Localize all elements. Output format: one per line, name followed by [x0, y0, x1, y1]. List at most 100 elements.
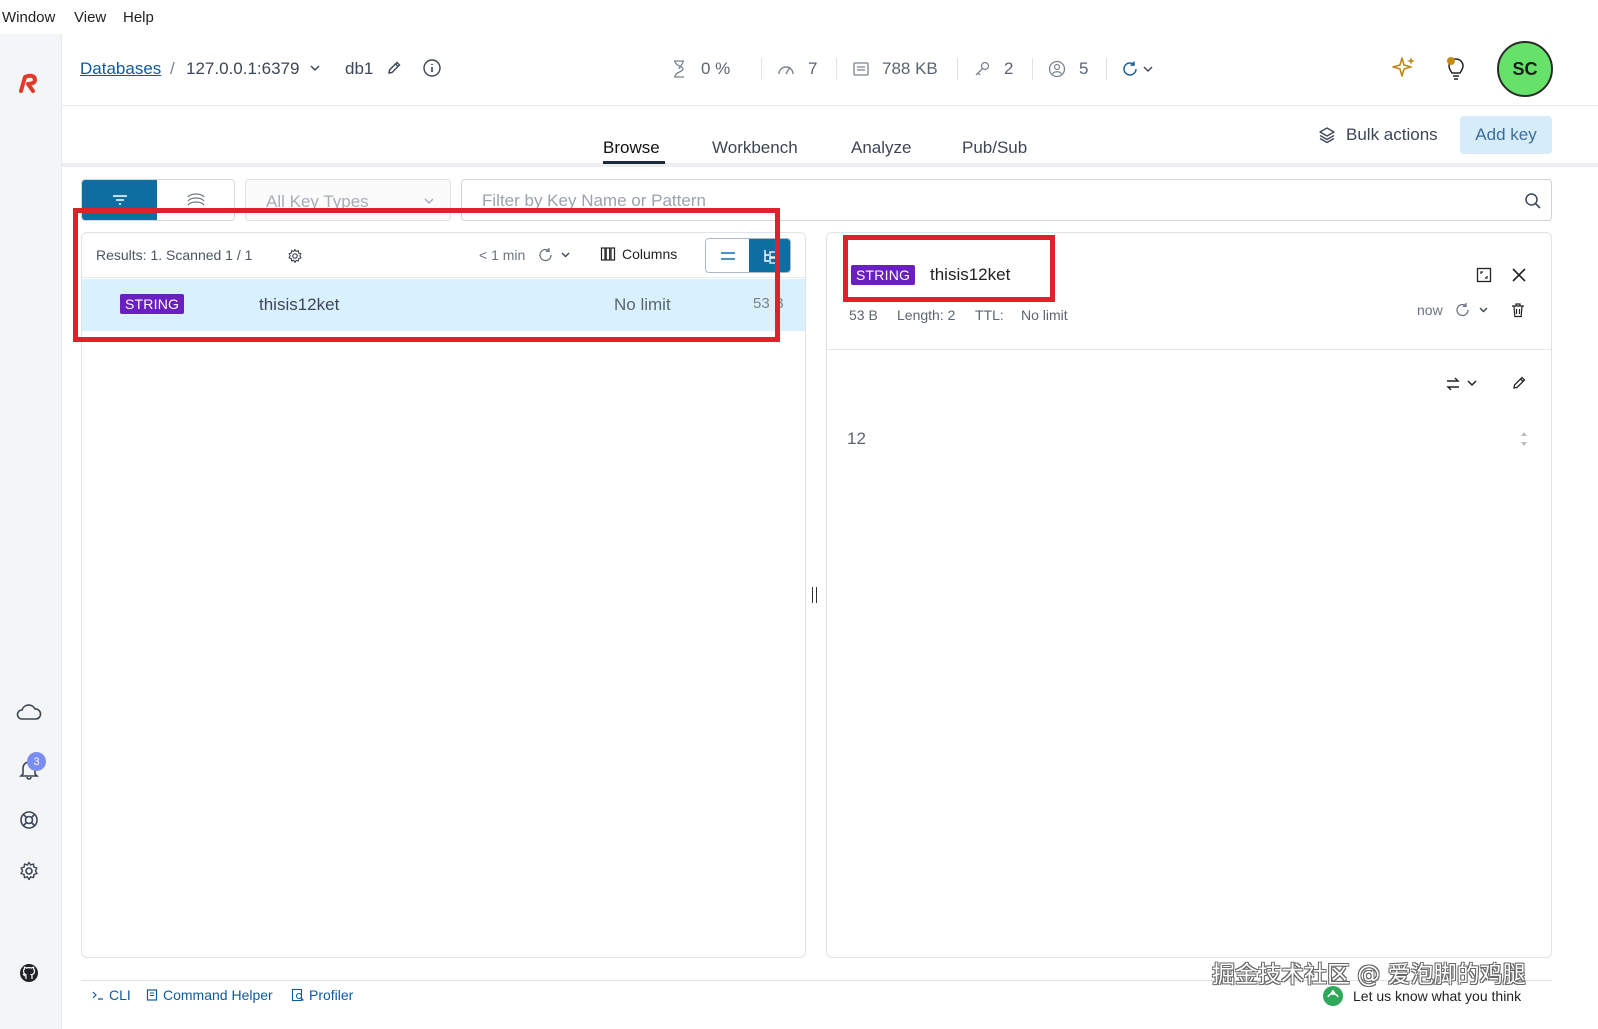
key-type-select[interactable]: All Key Types — [245, 179, 451, 221]
sidebar: 3 — [0, 34, 62, 1029]
chevron-down-icon[interactable] — [308, 61, 322, 75]
watermark-text: 掘金技术社区 @ 爱泡脚的鸡腿 — [1212, 962, 1526, 988]
cpu-icon — [670, 59, 688, 79]
list-view-icon — [720, 251, 735, 260]
cpu-value: 0 % — [701, 59, 731, 78]
detail-ttl-label: TTL: — [975, 307, 1004, 323]
detail-type-badge: STRING — [851, 265, 916, 285]
edit-pencil-icon[interactable] — [386, 60, 402, 76]
tab-analyze[interactable]: Analyze — [851, 138, 911, 158]
refresh-list-icon[interactable] — [538, 247, 574, 263]
expand-fullscreen-icon[interactable] — [1476, 267, 1492, 283]
bulk-actions-label: Bulk actions — [1346, 125, 1438, 144]
stat-divider — [1032, 58, 1033, 80]
key-list-header: Results: 1. Scanned 1 / 1 < 1 min Column… — [82, 233, 805, 278]
tree-view-icon — [764, 249, 777, 264]
detail-size: 53 B — [849, 307, 878, 323]
ai-sparkle-icon[interactable] — [1390, 54, 1418, 82]
detail-ttl-value[interactable]: No limit — [1021, 307, 1068, 323]
profiler-button[interactable]: Profiler — [291, 987, 353, 1003]
key-details-panel: STRING thisis12ket 53 B Length: 2 TTL: N… — [826, 232, 1552, 958]
filter-mode-button[interactable] — [82, 180, 157, 220]
command-helper-button[interactable]: Command Helper — [145, 987, 273, 1003]
cloud-icon[interactable] — [14, 697, 44, 727]
keys-value: 2 — [1004, 59, 1014, 78]
key-list-panel: Results: 1. Scanned 1 / 1 < 1 min Column… — [81, 232, 806, 958]
key-value-text[interactable]: 12 — [847, 429, 866, 449]
host-selector[interactable]: 127.0.0.1:6379 — [186, 59, 299, 79]
user-avatar[interactable]: SC — [1497, 41, 1553, 97]
columns-button[interactable]: Columns — [600, 246, 677, 262]
info-icon[interactable] — [422, 58, 442, 78]
columns-label: Columns — [622, 246, 678, 262]
key-type-badge: STRING — [120, 294, 185, 314]
last-refresh-text: < 1 min — [479, 247, 526, 263]
feedback-link[interactable]: Let us know what you think — [1353, 988, 1521, 1004]
tab-browse[interactable]: Browse — [603, 138, 660, 158]
cli-label: CLI — [109, 987, 131, 1003]
menubar: Window View Help — [0, 0, 1598, 34]
columns-icon — [600, 247, 616, 261]
textarea-resize-icon[interactable] — [1519, 429, 1529, 449]
cli-button[interactable]: CLI — [91, 987, 131, 1003]
tree-view-button[interactable] — [749, 239, 790, 272]
key-type-placeholder: All Key Types — [266, 192, 369, 211]
active-tab-indicator — [603, 161, 665, 164]
book-icon — [146, 989, 158, 1001]
key-size: 53 B — [753, 295, 784, 312]
search-mode-button[interactable] — [157, 180, 234, 220]
add-key-button[interactable]: Add key — [1460, 116, 1552, 154]
clients-value: 5 — [1079, 59, 1089, 78]
tab-workbench[interactable]: Workbench — [712, 138, 798, 158]
bulk-actions-button[interactable]: Bulk actions — [1318, 120, 1438, 150]
github-icon[interactable] — [14, 958, 44, 988]
clients-icon — [1048, 60, 1066, 78]
menu-window[interactable]: Window — [2, 9, 55, 26]
detail-refreshed: now — [1417, 302, 1443, 318]
notification-count-badge: 3 — [27, 752, 46, 771]
breadcrumb-databases-link[interactable]: Databases — [80, 59, 161, 79]
filter-lines-icon — [112, 195, 127, 205]
browser-mode-toggle — [81, 179, 235, 221]
tab-pubsub[interactable]: Pub/Sub — [962, 138, 1027, 158]
memory-icon — [852, 60, 870, 78]
layers-icon — [1319, 127, 1335, 144]
db-name: db1 — [345, 59, 374, 78]
table-row[interactable]: STRING thisis12ket No limit 53 B — [82, 279, 805, 331]
help-lifebuoy-icon[interactable] — [14, 805, 44, 835]
view-mode-toggle — [705, 238, 791, 273]
menu-view[interactable]: View — [74, 9, 106, 26]
key-icon — [973, 60, 991, 78]
edit-value-pencil-icon[interactable] — [1511, 375, 1527, 391]
refresh-details-icon[interactable] — [1455, 302, 1491, 318]
detail-key-name[interactable]: thisis12ket — [930, 265, 1010, 285]
terminal-icon — [92, 991, 103, 1000]
search-icon[interactable] — [1524, 192, 1542, 210]
list-view-button[interactable] — [706, 239, 749, 272]
key-filter-field — [461, 179, 1552, 221]
detail-length: Length: 2 — [897, 307, 956, 323]
profiler-search-icon — [291, 988, 304, 1002]
delete-trash-icon[interactable] — [1510, 302, 1526, 318]
scan-settings-gear-icon[interactable] — [287, 248, 303, 264]
key-details-header: STRING thisis12ket 53 B Length: 2 TTL: N… — [827, 233, 1551, 350]
memory-value: 788 KB — [882, 59, 938, 78]
insights-lightbulb-icon[interactable] — [1442, 54, 1470, 82]
refresh-icon[interactable] — [1122, 60, 1154, 78]
chevron-down-icon — [424, 198, 434, 204]
key-ttl: No limit — [614, 295, 671, 314]
stat-divider — [836, 58, 837, 80]
stat-divider — [1106, 58, 1107, 80]
format-switch-icon[interactable] — [1445, 375, 1481, 393]
redis-logo-icon[interactable] — [14, 68, 44, 98]
breadcrumb-separator: / — [170, 59, 175, 78]
vector-search-icon — [187, 193, 205, 206]
command-helper-label: Command Helper — [163, 987, 273, 1003]
settings-gear-icon[interactable] — [14, 856, 44, 886]
key-filter-input[interactable] — [482, 188, 1502, 214]
ops-value: 7 — [808, 59, 818, 78]
menu-help[interactable]: Help — [123, 9, 154, 26]
panel-resize-handle[interactable] — [812, 587, 817, 603]
key-name: thisis12ket — [259, 295, 340, 314]
close-icon[interactable] — [1510, 266, 1528, 284]
